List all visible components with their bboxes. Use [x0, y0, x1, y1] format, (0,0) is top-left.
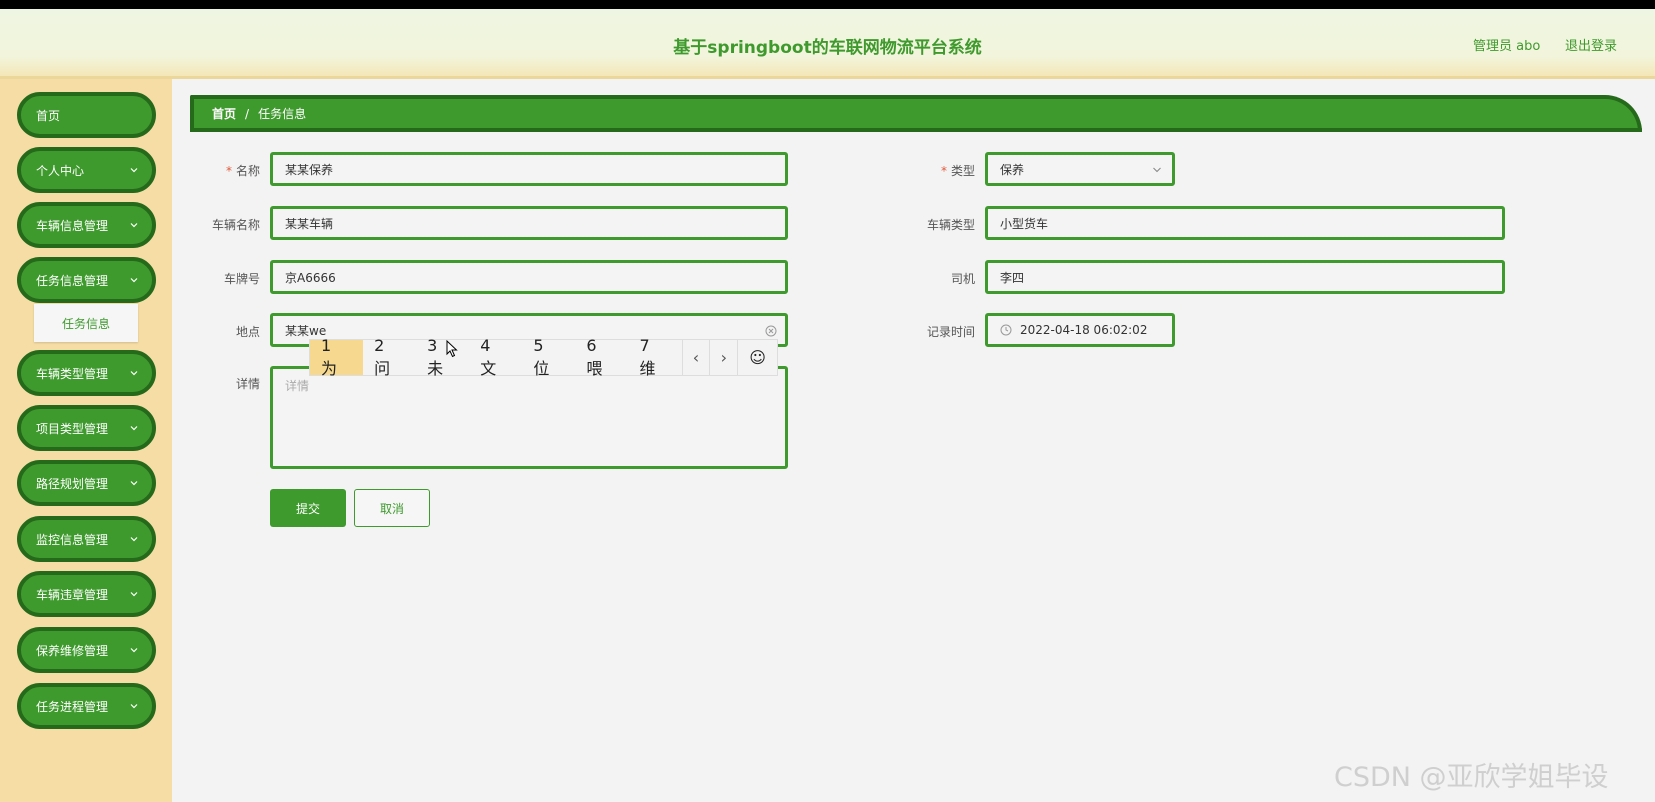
ime-candidate[interactable]: 4 文 — [469, 336, 522, 378]
mouse-cursor-icon — [446, 340, 458, 358]
plate-input[interactable]: 京A6666 — [270, 260, 788, 294]
ime-candidate[interactable]: 1 为 — [310, 336, 364, 378]
sidebar-item-label: 任务进程管理 — [36, 699, 109, 714]
breadcrumb-home[interactable]: 首页 — [212, 105, 236, 122]
record-time-label: 记录时间 — [926, 325, 975, 339]
header: 基于springboot的车联网物流平台系统 管理员 abo 退出登录 — [0, 9, 1655, 79]
ime-candidate[interactable]: 7 维 — [628, 336, 681, 378]
breadcrumb-separator: / — [245, 106, 250, 121]
chevron-down-icon — [130, 278, 138, 283]
sidebar-item-label: 车辆违章管理 — [36, 587, 109, 602]
sidebar-subitem-task-info[interactable]: 任务信息 — [34, 304, 138, 342]
sidebar-item-home[interactable]: 首页 — [17, 92, 156, 138]
sidebar-item-label: 个人中心 — [36, 163, 85, 178]
chevron-down-icon — [130, 426, 138, 431]
logout-link[interactable]: 退出登录 — [1565, 35, 1617, 54]
ime-candidate[interactable]: 6 喂 — [575, 336, 628, 378]
name-input[interactable]: 某某保养 — [270, 152, 788, 186]
record-time-value: 2022-04-18 06:02:02 — [1020, 323, 1148, 337]
sidebar-item-vehicle-info[interactable]: 车辆信息管理 — [17, 202, 156, 248]
sidebar-item-project-type[interactable]: 项目类型管理 — [17, 405, 156, 451]
location-label: 地点 — [235, 325, 260, 339]
chevron-down-icon — [130, 704, 138, 709]
sidebar-item-maintenance[interactable]: 保养维修管理 — [17, 627, 156, 673]
ime-next-icon[interactable]: › — [709, 340, 737, 375]
vehicle-type-input[interactable]: 小型货车 — [985, 206, 1505, 240]
submit-button[interactable]: 提交 — [270, 489, 346, 527]
sidebar-item-label: 监控信息管理 — [36, 532, 109, 547]
chevron-down-icon — [130, 481, 138, 486]
details-textarea[interactable]: 详情 — [270, 366, 788, 469]
ime-prev-icon[interactable]: ‹ — [681, 340, 710, 375]
record-time-picker[interactable]: 2022-04-18 06:02:02 — [985, 313, 1175, 347]
vehicle-type-label: 车辆类型 — [926, 218, 975, 232]
breadcrumb-current: 任务信息 — [258, 107, 307, 121]
current-user: 管理员 abo — [1473, 39, 1541, 54]
vehicle-name-input[interactable]: 某某车辆 — [270, 206, 788, 240]
details-label: 详情 — [235, 377, 260, 391]
type-select-value: 保养 — [1000, 162, 1025, 177]
sidebar-item-task-progress[interactable]: 任务进程管理 — [17, 683, 156, 729]
chevron-down-icon — [1153, 167, 1161, 173]
ime-candidate[interactable]: 2 问 — [363, 336, 416, 378]
app-title: 基于springboot的车联网物流平台系统 — [673, 38, 982, 58]
chevron-down-icon — [130, 537, 138, 542]
sidebar-item-label: 任务信息管理 — [36, 273, 109, 288]
sidebar-item-label: 项目类型管理 — [36, 421, 109, 436]
cancel-button[interactable]: 取消 — [354, 489, 430, 527]
type-select[interactable]: 保养 — [985, 152, 1175, 186]
sidebar-item-route-planning[interactable]: 路径规划管理 — [17, 460, 156, 506]
ime-candidate[interactable]: 5 位 — [522, 336, 575, 378]
chevron-down-icon — [130, 648, 138, 653]
chevron-down-icon — [130, 223, 138, 228]
sidebar-item-label: 车辆信息管理 — [36, 218, 109, 233]
breadcrumb: 首页 / 任务信息 — [190, 95, 1642, 132]
driver-input[interactable]: 李四 — [985, 260, 1505, 294]
driver-label: 司机 — [950, 272, 975, 286]
sidebar-item-label: 保养维修管理 — [36, 643, 109, 658]
sidebar-item-personal-center[interactable]: 个人中心 — [17, 147, 156, 193]
emoji-icon[interactable]: ☺ — [737, 340, 777, 375]
top-black-strip — [0, 0, 1655, 9]
sidebar-item-label: 首页 — [36, 108, 61, 123]
ime-candidate-bar: 1 为 2 问 3 未 4 文 5 位 6 喂 7 维 ‹ › ☺ — [309, 336, 778, 378]
chevron-down-icon — [130, 371, 138, 376]
chevron-down-icon — [130, 592, 138, 597]
sidebar-item-vehicle-type[interactable]: 车辆类型管理 — [17, 350, 156, 396]
sidebar-item-violations[interactable]: 车辆违章管理 — [17, 571, 156, 617]
sidebar-item-monitoring[interactable]: 监控信息管理 — [17, 516, 156, 562]
plate-label: 车牌号 — [223, 272, 260, 286]
chevron-down-icon — [130, 168, 138, 173]
vehicle-name-label: 车辆名称 — [211, 218, 260, 232]
clear-icon[interactable] — [765, 325, 777, 337]
clock-icon — [1000, 324, 1012, 336]
sidebar-item-task-info[interactable]: 任务信息管理 — [17, 257, 156, 303]
name-label: * 名称 — [225, 164, 260, 178]
ime-candidate[interactable]: 3 未 — [416, 336, 469, 378]
sidebar-item-label: 车辆类型管理 — [36, 366, 109, 381]
watermark: CSDN @亚欣学姐毕设 — [1334, 762, 1609, 793]
sidebar-item-label: 路径规划管理 — [36, 476, 109, 491]
type-label: * 类型 — [940, 164, 975, 178]
